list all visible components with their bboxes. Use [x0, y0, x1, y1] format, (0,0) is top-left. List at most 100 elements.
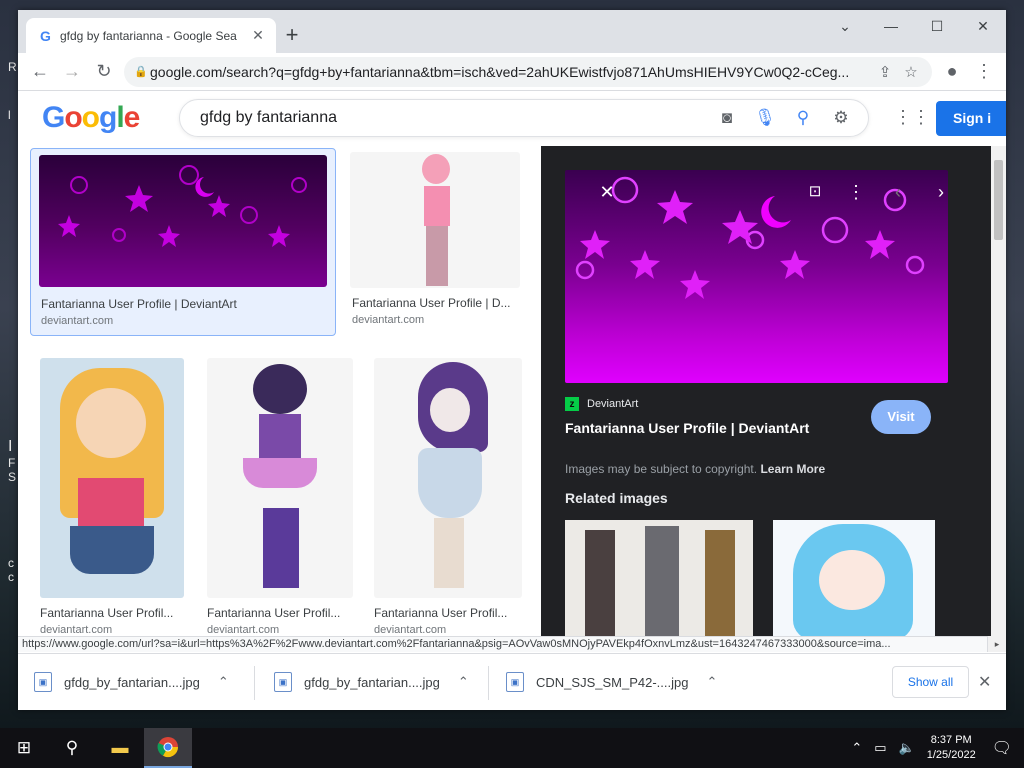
preview-source-row[interactable]: z DeviantArt [565, 397, 638, 411]
google-logo-letter: o [64, 101, 82, 134]
result-thumbnail[interactable] [39, 155, 327, 287]
browser-window: G gfdg by fantarianna - Google Sea ✕ + ⌄… [18, 10, 1006, 710]
browser-tab[interactable]: G gfdg by fantarianna - Google Sea ✕ [26, 18, 276, 53]
character-face-image [76, 388, 146, 458]
result-card[interactable]: Fantarianna User Profil... deviantart.co… [38, 354, 198, 636]
chevron-up-icon[interactable]: ⌃ [458, 674, 469, 690]
close-tab-icon[interactable]: ✕ [250, 27, 266, 44]
volume-muted-icon[interactable]: 🔈 [899, 740, 915, 756]
image-file-icon: ▣ [506, 672, 524, 692]
notifications-icon[interactable]: 🗨 [992, 738, 1012, 758]
result-thumbnail[interactable] [207, 358, 353, 598]
image-file-icon: ▣ [34, 672, 52, 692]
next-image-icon[interactable]: › [929, 182, 953, 203]
bookmark-star-icon[interactable]: ☆ [898, 63, 924, 81]
address-url[interactable]: google.com/search?q=gfdg+by+fantarianna&… [150, 64, 872, 80]
download-item[interactable]: ▣ CDN_SJS_SM_P42-....jpg ⌃ [506, 666, 717, 698]
download-filename: gfdg_by_fantarian....jpg [64, 674, 200, 690]
character-figure-image [645, 526, 679, 640]
result-thumbnail[interactable] [350, 152, 520, 288]
desktop-text: l [8, 108, 11, 122]
minimize-button[interactable]: — [868, 10, 914, 42]
result-title[interactable]: Fantarianna User Profile | DeviantArt [41, 297, 331, 311]
sign-in-button[interactable]: Sign i [936, 101, 1006, 136]
search-icon[interactable]: ⚲ [48, 728, 96, 768]
search-box[interactable]: gfdg by fantarianna ◙ 🎙 ⚲ ⚙ [179, 99, 869, 137]
address-bar[interactable]: 🔒 google.com/search?q=gfdg+by+fantariann… [124, 56, 932, 87]
related-image[interactable] [565, 520, 753, 640]
close-shelf-icon[interactable]: ✕ [978, 672, 991, 692]
character-face-image [430, 388, 470, 432]
desktop-text: I [8, 438, 13, 455]
microphone-icon[interactable]: 🎙 [746, 108, 784, 128]
result-source: deviantart.com [374, 624, 447, 636]
scroll-right-icon[interactable]: ▸ [988, 636, 1006, 652]
related-image[interactable] [773, 520, 935, 640]
preview-title[interactable]: Fantarianna User Profile | DeviantArt [565, 420, 809, 436]
download-item[interactable]: ▣ gfdg_by_fantarian....jpg ⌃ [274, 666, 469, 698]
copyright-notice: Images may be subject to copyright. Lear… [565, 462, 825, 476]
network-icon[interactable]: ▭ [874, 740, 886, 756]
result-thumbnail[interactable] [40, 358, 184, 598]
result-thumbnail[interactable] [374, 358, 522, 598]
character-legs-image [426, 226, 448, 286]
apps-grid-icon[interactable]: ⋮⋮⋮ [894, 107, 948, 128]
result-card[interactable]: Fantarianna User Profil... deviantart.co… [205, 354, 365, 636]
result-card[interactable]: Fantarianna User Profile | DeviantArt de… [30, 148, 336, 336]
chevron-up-icon[interactable]: ⌃ [851, 740, 862, 756]
image-preview-panel: ✕ ⊡ ⋮ ‹ › z DeviantArt Fantarianna User … [541, 146, 991, 640]
tab-search-icon[interactable]: ⌄ [822, 10, 868, 42]
back-button[interactable]: ← [24, 56, 56, 88]
previous-image-icon[interactable]: ‹ [886, 182, 910, 203]
image-file-icon: ▣ [274, 672, 292, 692]
result-card[interactable]: Fantarianna User Profile | D... devianta… [348, 148, 528, 336]
scrollbar-thumb[interactable] [994, 160, 1003, 240]
lens-search-icon[interactable]: ⊡ [803, 182, 827, 200]
character-face-image [819, 550, 885, 610]
google-logo[interactable]: Google [42, 101, 140, 135]
character-skirt-image [70, 526, 154, 574]
page-scrollbar[interactable] [991, 146, 1006, 640]
maximize-button[interactable]: ☐ [914, 10, 960, 42]
windows-start-icon[interactable]: ⊞ [0, 728, 48, 768]
share-icon[interactable]: ⇪ [872, 63, 898, 81]
download-filename: CDN_SJS_SM_P42-....jpg [536, 674, 689, 690]
search-input[interactable]: gfdg by fantarianna [200, 109, 708, 127]
google-header: Google gfdg by fantarianna ◙ 🎙 ⚲ ⚙ ⋮⋮⋮ S… [18, 91, 1006, 146]
reload-button[interactable]: ↻ [88, 56, 120, 88]
search-icon[interactable]: ⚲ [784, 108, 822, 128]
chrome-icon[interactable] [144, 728, 192, 768]
result-title[interactable]: Fantarianna User Profil... [207, 606, 357, 620]
settings-gear-icon[interactable]: ⚙ [822, 108, 860, 128]
clock[interactable]: 8:37 PM 1/25/2022 [927, 733, 976, 763]
stars-pattern-image [58, 165, 307, 247]
desktop-text: R [8, 60, 17, 74]
visit-button[interactable]: Visit [871, 400, 931, 434]
chevron-up-icon[interactable]: ⌃ [218, 674, 229, 690]
lock-icon: 🔒 [134, 66, 148, 78]
file-explorer-icon[interactable]: ▬ [96, 728, 144, 768]
profile-icon[interactable]: ● [936, 56, 968, 88]
show-all-downloads-button[interactable]: Show all [892, 666, 969, 698]
new-tab-button[interactable]: + [278, 22, 306, 50]
close-window-button[interactable]: ✕ [960, 10, 1006, 42]
menu-kebab-icon[interactable]: ⋮ [968, 56, 1000, 88]
result-title[interactable]: Fantarianna User Profil... [374, 606, 524, 620]
desktop-text: c [8, 556, 14, 570]
close-panel-icon[interactable]: ✕ [595, 182, 619, 203]
learn-more-link[interactable]: Learn More [760, 462, 825, 476]
desktop-text: F [8, 456, 16, 470]
status-bar-url: https://www.google.com/url?sa=i&url=http… [18, 636, 988, 652]
character-figure-image [585, 530, 615, 640]
result-title[interactable]: Fantarianna User Profil... [40, 606, 190, 620]
camera-icon[interactable]: ◙ [708, 108, 746, 128]
chevron-up-icon[interactable]: ⌃ [706, 674, 717, 690]
download-item[interactable]: ▣ gfdg_by_fantarian....jpg ⌃ [34, 666, 229, 698]
character-legs-image [434, 518, 464, 588]
forward-button[interactable]: → [56, 56, 88, 88]
google-favicon-icon: G [40, 27, 51, 44]
more-options-icon[interactable]: ⋮ [844, 182, 868, 203]
clock-date: 1/25/2022 [926, 749, 976, 761]
result-card[interactable]: Fantarianna User Profil... deviantart.co… [372, 354, 532, 636]
result-title[interactable]: Fantarianna User Profile | D... [352, 296, 520, 310]
